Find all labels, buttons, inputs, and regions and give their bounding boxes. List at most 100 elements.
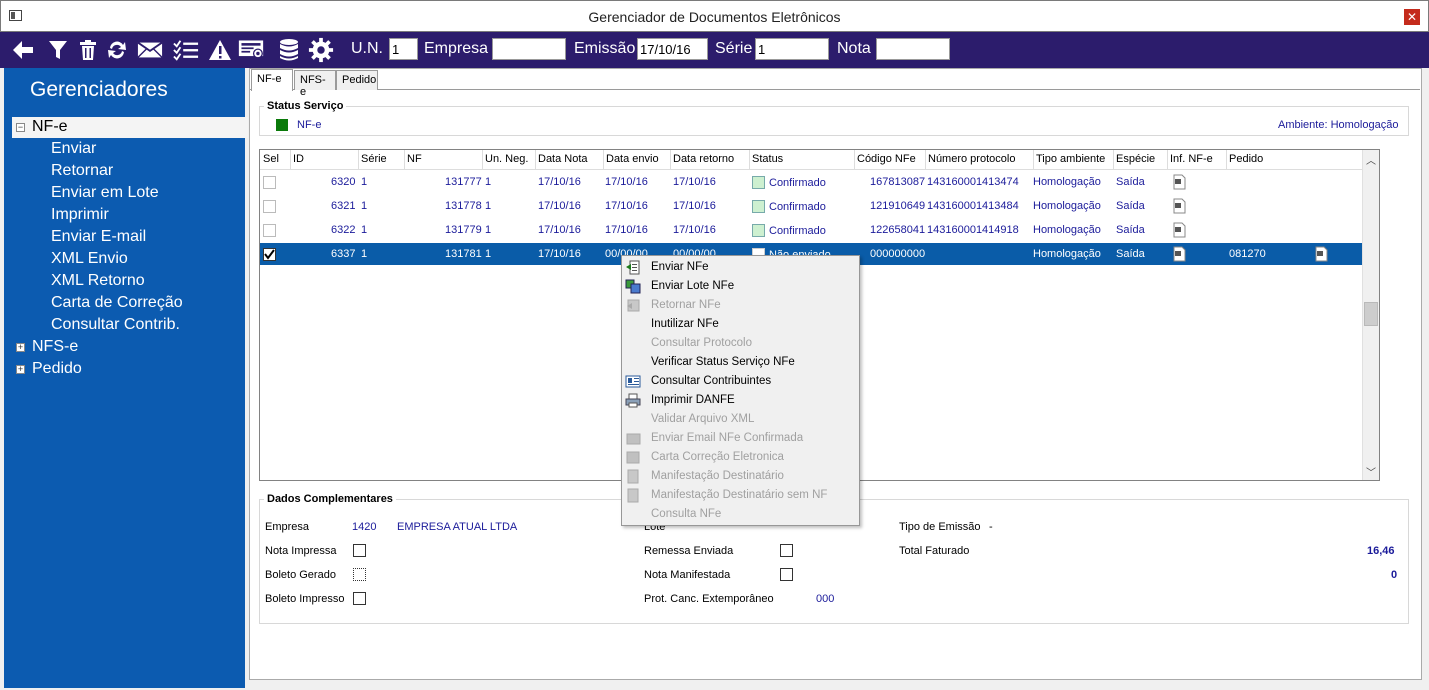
menu-item-validar-xml[interactable]: Validar Arquivo XML bbox=[622, 410, 859, 429]
sidebar-item-carta-correcao[interactable]: Carta de Correção bbox=[51, 294, 183, 312]
collapse-icon[interactable]: − bbox=[16, 122, 25, 132]
sidebar-node-nfe[interactable]: − NF-e bbox=[16, 118, 68, 136]
boleto-impresso-checkbox[interactable] bbox=[353, 592, 366, 605]
expand-icon[interactable]: + bbox=[16, 342, 25, 352]
col-serie[interactable]: Série bbox=[361, 153, 387, 165]
filter-icon[interactable] bbox=[45, 37, 71, 63]
sidebar-node-label: Pedido bbox=[32, 360, 82, 377]
cell-nf: 131778 bbox=[445, 200, 482, 212]
document-icon[interactable] bbox=[1171, 222, 1187, 238]
sidebar-item-xml-envio[interactable]: XML Envio bbox=[51, 250, 128, 268]
cell-protocolo: 143160001413484 bbox=[927, 200, 1019, 212]
menu-item-retornar-nfe[interactable]: Retornar NFe bbox=[622, 296, 859, 315]
empresa-input[interactable] bbox=[492, 38, 566, 60]
menu-item-consulta-nfe[interactable]: Consulta NFe bbox=[622, 505, 859, 524]
email-icon bbox=[626, 433, 641, 445]
menu-item-imprimir-danfe[interactable]: Imprimir DANFE bbox=[622, 391, 859, 410]
menu-item-verificar-status[interactable]: Verificar Status Serviço NFe bbox=[622, 353, 859, 372]
empresa-name: EMPRESA ATUAL LTDA bbox=[397, 521, 518, 533]
col-pedido[interactable]: Pedido bbox=[1229, 153, 1263, 165]
row-select-checkbox[interactable] bbox=[263, 176, 276, 189]
tab-nfe[interactable]: NF-e bbox=[251, 69, 293, 91]
sidebar-item-enviar-email[interactable]: Enviar E-mail bbox=[51, 228, 146, 246]
refresh-icon[interactable] bbox=[104, 37, 130, 63]
scroll-down-icon[interactable]: ﹀ bbox=[1366, 464, 1376, 479]
certificate-icon[interactable] bbox=[238, 37, 264, 63]
cell-serie: 1 bbox=[361, 200, 368, 212]
row-select-checkbox[interactable] bbox=[263, 248, 276, 261]
checklist-icon[interactable] bbox=[173, 37, 199, 63]
table-row[interactable]: 6320 1 131777 1 17/10/16 17/10/16 17/10/… bbox=[260, 171, 1363, 193]
col-data-retorno[interactable]: Data retorno bbox=[673, 153, 734, 165]
emissao-input[interactable] bbox=[637, 38, 708, 60]
col-sel[interactable]: Sel bbox=[263, 153, 279, 165]
menu-item-manifestacao-sem-nf[interactable]: Manifestação Destinatário sem NF bbox=[622, 486, 859, 505]
col-data-nota[interactable]: Data Nota bbox=[538, 153, 588, 165]
col-nf[interactable]: NF bbox=[407, 153, 422, 165]
sidebar-item-imprimir[interactable]: Imprimir bbox=[51, 206, 109, 224]
table-row[interactable]: 6322 1 131779 1 17/10/16 17/10/16 17/10/… bbox=[260, 219, 1363, 241]
menu-item-manifestacao[interactable]: Manifestação Destinatário bbox=[622, 467, 859, 486]
close-button[interactable]: ✕ bbox=[1404, 9, 1420, 25]
remessa-enviada-checkbox[interactable] bbox=[780, 544, 793, 557]
nota-label: Nota bbox=[837, 40, 871, 57]
pedido-document-icon[interactable] bbox=[1313, 246, 1329, 262]
table-row[interactable]: 6321 1 131778 1 17/10/16 17/10/16 17/10/… bbox=[260, 195, 1363, 217]
menu-item-consultar-protocolo[interactable]: Consultar Protocolo bbox=[622, 334, 859, 353]
scroll-thumb[interactable] bbox=[1364, 302, 1378, 326]
boleto-gerado-checkbox[interactable] bbox=[353, 568, 366, 581]
menu-item-enviar-lote-nfe[interactable]: Enviar Lote NFe bbox=[622, 277, 859, 296]
col-numero-protocolo[interactable]: Número protocolo bbox=[928, 153, 1015, 165]
tab-pedido[interactable]: Pedido bbox=[336, 70, 378, 90]
sidebar-item-consultar-contrib[interactable]: Consultar Contrib. bbox=[51, 316, 180, 334]
un-input[interactable] bbox=[389, 38, 418, 60]
document-icon[interactable] bbox=[1171, 198, 1187, 214]
col-status[interactable]: Status bbox=[752, 153, 783, 165]
nota-impressa-checkbox[interactable] bbox=[353, 544, 366, 557]
menu-item-carta-correcao[interactable]: Carta Correção Eletronica bbox=[622, 448, 859, 467]
cell-status: Confirmado bbox=[752, 224, 826, 237]
emissao-label: Emissão bbox=[574, 40, 636, 57]
context-menu: Enviar NFe Enviar Lote NFe Retornar NFe … bbox=[621, 255, 860, 526]
document-icon[interactable] bbox=[1171, 174, 1187, 190]
cell-pedido: 081270 bbox=[1229, 248, 1266, 260]
cell-status: Confirmado bbox=[752, 176, 826, 189]
tab-nfse[interactable]: NFS-e bbox=[294, 70, 336, 98]
menu-item-enviar-nfe[interactable]: Enviar NFe bbox=[622, 258, 859, 277]
col-data-envio[interactable]: Data envio bbox=[606, 153, 659, 165]
envelope-icon[interactable] bbox=[137, 37, 163, 63]
col-tipo-ambiente[interactable]: Tipo ambiente bbox=[1036, 153, 1105, 165]
warning-icon[interactable] bbox=[207, 37, 233, 63]
serie-input[interactable] bbox=[755, 38, 829, 60]
sidebar-item-enviar[interactable]: Enviar bbox=[51, 140, 96, 158]
document-icon[interactable] bbox=[1171, 246, 1187, 262]
row-select-checkbox[interactable] bbox=[263, 224, 276, 237]
col-codigo-nfe[interactable]: Código NFe bbox=[857, 153, 916, 165]
sidebar-node-pedido[interactable]: + Pedido bbox=[16, 360, 82, 378]
sidebar-node-nfse[interactable]: + NFS-e bbox=[16, 338, 78, 356]
empresa-label: Empresa bbox=[424, 40, 489, 57]
title-bar: Gerenciador de Documentos Eletrônicos ✕ bbox=[0, 0, 1429, 32]
col-un-neg[interactable]: Un. Neg. bbox=[485, 153, 528, 165]
expand-icon[interactable]: + bbox=[16, 364, 25, 374]
menu-item-consultar-contribuintes[interactable]: Consultar Contribuintes bbox=[622, 372, 859, 391]
sidebar-item-retornar[interactable]: Retornar bbox=[51, 162, 113, 180]
cell-un: 1 bbox=[485, 200, 492, 212]
col-id[interactable]: ID bbox=[293, 153, 304, 165]
grid-vertical-scrollbar[interactable]: ︿ ﹀ bbox=[1362, 150, 1379, 480]
menu-item-enviar-email[interactable]: Enviar Email NFe Confirmada bbox=[622, 429, 859, 448]
col-especie[interactable]: Espécie bbox=[1116, 153, 1155, 165]
menu-item-inutilizar-nfe[interactable]: Inutilizar NFe bbox=[622, 315, 859, 334]
scroll-up-icon[interactable]: ︿ bbox=[1366, 152, 1376, 167]
row-select-checkbox[interactable] bbox=[263, 200, 276, 213]
gear-icon[interactable] bbox=[308, 37, 334, 63]
back-arrow-icon[interactable] bbox=[10, 37, 36, 63]
database-icon[interactable] bbox=[276, 37, 302, 63]
nota-input[interactable] bbox=[876, 38, 950, 60]
sidebar-node-label: NF-e bbox=[32, 118, 68, 135]
trash-icon[interactable] bbox=[75, 37, 101, 63]
nota-manifestada-checkbox[interactable] bbox=[780, 568, 793, 581]
sidebar-item-enviar-lote[interactable]: Enviar em Lote bbox=[51, 184, 159, 202]
sidebar-item-xml-retorno[interactable]: XML Retorno bbox=[51, 272, 145, 290]
col-inf-nfe[interactable]: Inf. NF-e bbox=[1170, 153, 1213, 165]
